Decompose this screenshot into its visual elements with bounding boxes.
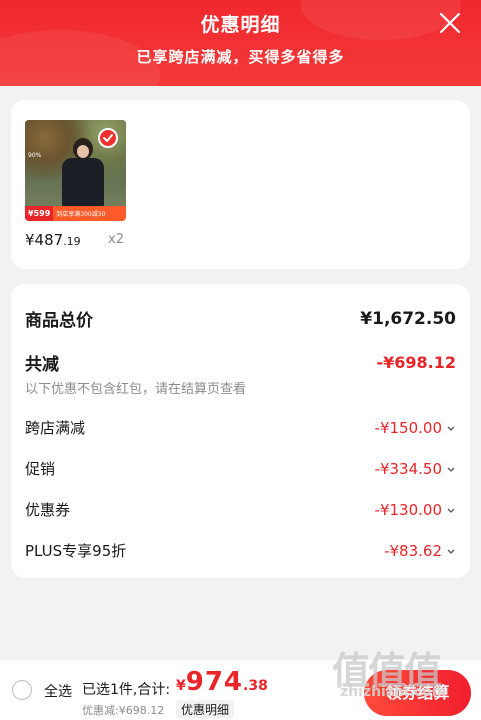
page-subtitle: 已享跨店满减，买得多省得多	[136, 48, 345, 66]
currency-symbol: ¥	[176, 678, 186, 694]
total-price-value: ¥1,672.50	[360, 308, 456, 329]
product-quantity: x2	[108, 232, 124, 247]
discount-note: 以下优惠不包含红包，请在结算页查看	[25, 382, 247, 397]
selected-count-text: 已选1件,合计:	[82, 682, 171, 698]
discount-item-label: 跨店满减	[25, 419, 86, 437]
discount-item-row[interactable]: PLUS专享95折 -¥83.62	[25, 540, 456, 561]
total-price-row: 商品总价 ¥1,672.50	[25, 306, 456, 332]
discount-detail-link[interactable]: 优惠明细	[176, 700, 235, 719]
total-reduce-label: 共减	[25, 355, 59, 375]
discount-item-value: -¥334.50	[375, 460, 456, 478]
product-price-decimal: .19	[63, 235, 81, 248]
thumbnail-promo-text: 到店享满300减30	[56, 211, 106, 218]
discount-item-value: -¥130.00	[375, 501, 456, 519]
product-selected-checkbox[interactable]	[98, 128, 118, 148]
bottom-discount-text: 优惠减:¥698.12	[82, 704, 165, 717]
chevron-down-icon[interactable]	[446, 464, 456, 474]
chevron-down-icon[interactable]	[446, 423, 456, 433]
thumbnail-price-strip: ¥599 到店享满300减30	[25, 206, 126, 221]
total-reduce-value: -¥698.12	[376, 353, 456, 372]
discount-item-row[interactable]: 跨店满减 -¥150.00	[25, 417, 456, 438]
discount-item-label: 促销	[25, 460, 56, 478]
total-reduce-row: 共减 -¥698.12	[25, 350, 456, 375]
amount-integer: 974	[185, 667, 244, 697]
amount-decimal: .38	[243, 678, 268, 694]
discount-item-value: -¥150.00	[375, 419, 456, 437]
discount-item-label: 优惠券	[25, 501, 71, 519]
product-price: ¥487.19	[25, 231, 81, 249]
checkout-button[interactable]: 领券结算	[364, 670, 471, 716]
discount-item-value: -¥83.62	[384, 542, 456, 560]
discount-item-row[interactable]: 优惠券 -¥130.00	[25, 499, 456, 520]
header-banner: 优惠明细 已享跨店满减，买得多省得多	[0, 0, 481, 86]
select-all-label[interactable]: 全选	[44, 681, 72, 701]
checkmark-icon	[103, 134, 113, 142]
chevron-down-icon[interactable]	[446, 546, 456, 556]
select-all-radio[interactable]	[12, 680, 32, 700]
thumbnail-model	[60, 138, 106, 208]
thumbnail-overlay-text: 90%	[28, 152, 42, 159]
discount-item-label: PLUS专享95折	[25, 542, 127, 560]
close-button[interactable]	[437, 10, 463, 36]
discount-item-row[interactable]: 促销 -¥334.50	[25, 458, 456, 479]
thumbnail-price: ¥599	[25, 206, 54, 221]
chevron-down-icon[interactable]	[446, 505, 456, 515]
close-icon[interactable]	[437, 10, 463, 36]
product-price-integer: ¥487	[25, 231, 64, 249]
total-amount: ¥ 974 .38	[176, 667, 268, 697]
page-title: 优惠明细	[200, 14, 281, 36]
total-price-label: 商品总价	[25, 311, 93, 331]
